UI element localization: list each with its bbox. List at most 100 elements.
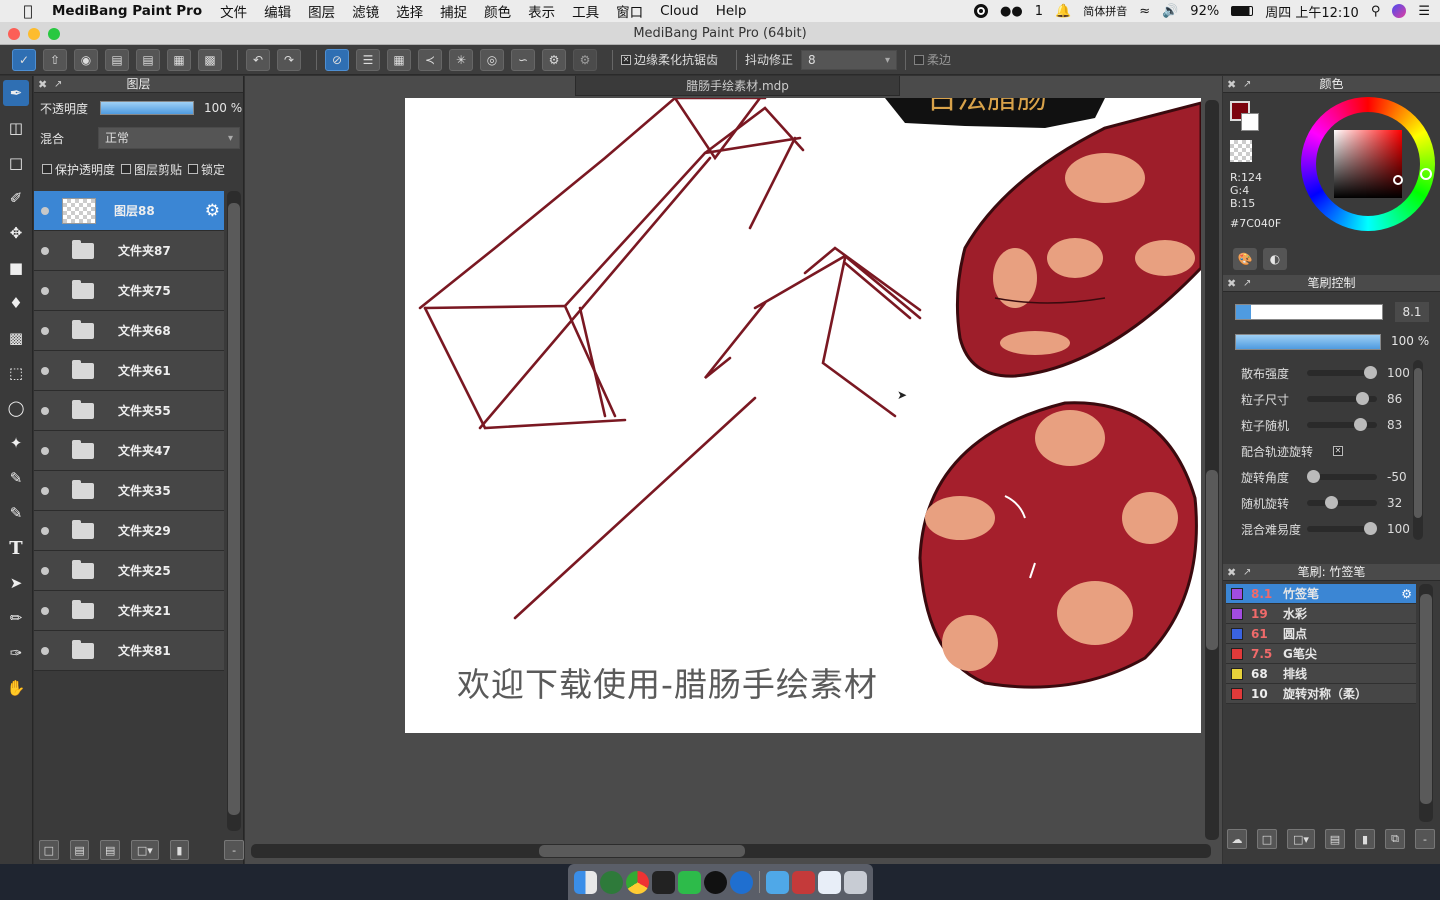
visibility-eye-icon[interactable] xyxy=(41,486,49,495)
brush-row[interactable]: 19 水彩 xyxy=(1226,604,1416,624)
folder-row[interactable]: 文件夹81 xyxy=(34,631,224,671)
delete-brush-button[interactable]: - xyxy=(1415,829,1435,849)
secondary-color-swatch[interactable] xyxy=(1241,113,1259,131)
duplicate-layer-button[interactable]: ▤ xyxy=(69,840,90,860)
new-folder-button[interactable]: ▮ xyxy=(169,840,190,860)
volume-icon[interactable]: 🔊 xyxy=(1162,4,1178,19)
tile-button[interactable]: ▩ xyxy=(198,48,222,71)
copy-layer-button[interactable]: ▤ xyxy=(100,840,121,860)
comment-button[interactable]: ◉ xyxy=(74,48,98,71)
canvas-vertical-scrollbar[interactable] xyxy=(1205,100,1219,840)
layer-settings-gear-icon[interactable]: ⚙ xyxy=(205,201,220,221)
soft-edge-checkbox[interactable]: 柔边 xyxy=(914,51,951,68)
visibility-eye-icon[interactable] xyxy=(41,206,49,215)
new-layer-button[interactable]: □ xyxy=(39,840,59,860)
slider-knob[interactable] xyxy=(1364,522,1377,535)
undo-button[interactable]: ↶ xyxy=(246,48,270,71)
finder-icon[interactable] xyxy=(574,870,597,894)
brush-parameter-row[interactable]: 旋转角度 -50 xyxy=(1223,464,1423,490)
parallel-snap-button[interactable]: ☰ xyxy=(356,48,380,71)
opacity-slider[interactable] xyxy=(100,101,194,115)
close-icon[interactable]: ✖ xyxy=(1227,275,1236,292)
popout-icon[interactable]: ↗ xyxy=(1243,76,1251,93)
spotlight-search-icon[interactable]: ⚲ xyxy=(1371,4,1381,19)
close-icon[interactable]: ✖ xyxy=(38,76,47,93)
radial-snap-button[interactable]: ✳ xyxy=(449,48,473,71)
slider-knob[interactable] xyxy=(1307,470,1320,483)
brush-settings-gear-icon[interactable]: ⚙ xyxy=(1401,587,1412,601)
brush-control-scrollbar[interactable] xyxy=(1413,360,1423,540)
page-manage-button[interactable]: ▦ xyxy=(167,48,191,71)
add-brush-menu-button[interactable]: □▾ xyxy=(1287,829,1315,849)
scrollbar-thumb[interactable] xyxy=(1414,368,1422,518)
popout-icon[interactable]: ↗ xyxy=(54,76,62,93)
folder-row[interactable]: 文件夹21 xyxy=(34,591,224,631)
menu-edit[interactable]: 编辑 xyxy=(264,1,291,21)
brush-parameter-row[interactable]: 随机旋转 32 xyxy=(1223,490,1423,516)
perspective-snap-button[interactable]: ≺ xyxy=(418,48,442,71)
canvas-horizontal-scrollbar[interactable] xyxy=(251,844,1211,858)
page-button[interactable]: ▤ xyxy=(136,48,160,71)
visibility-eye-icon[interactable] xyxy=(41,566,49,575)
sv-cursor[interactable] xyxy=(1393,175,1403,185)
menu-tools[interactable]: 工具 xyxy=(572,1,599,21)
stabilizer-dropdown[interactable]: 8 xyxy=(801,49,898,70)
menu-file[interactable]: 文件 xyxy=(220,1,247,21)
battery-icon[interactable] xyxy=(1231,6,1254,16)
operation-tool[interactable]: ➤ xyxy=(3,570,29,596)
clipping-checkbox[interactable]: 图层剪贴 xyxy=(121,161,182,178)
brush-opacity-slider[interactable] xyxy=(1235,334,1381,350)
folder-dock-icon[interactable] xyxy=(766,870,789,894)
move-tool[interactable]: ✥ xyxy=(3,220,29,246)
menu-cloud[interactable]: Cloud xyxy=(660,3,699,19)
brush-row[interactable]: 61 圆点 xyxy=(1226,624,1416,644)
scrollbar-thumb[interactable] xyxy=(1206,470,1218,650)
settings-snap-button[interactable]: ⚙ xyxy=(542,48,566,71)
add-layer-menu-button[interactable]: □▾ xyxy=(131,840,159,860)
bucket-tool[interactable]: ♦ xyxy=(3,290,29,316)
brush-parameter-slider[interactable] xyxy=(1307,366,1377,379)
dot-brush-tool[interactable]: ✐ xyxy=(3,185,29,211)
document-tab[interactable]: 腊肠手绘素材.mdp xyxy=(575,76,900,96)
brush-parameter-row[interactable]: 配合轨迹旋转 ✕ xyxy=(1223,438,1423,464)
brush-parameter-slider[interactable] xyxy=(1307,496,1377,509)
folder-row[interactable]: 文件夹61 xyxy=(34,351,224,391)
menu-select[interactable]: 选择 xyxy=(396,1,423,21)
visibility-eye-icon[interactable] xyxy=(41,646,49,655)
layer-row[interactable]: 图层88 ⚙ xyxy=(34,191,224,231)
circle-snap-button[interactable]: ◎ xyxy=(480,48,504,71)
minimize-window-button[interactable] xyxy=(28,28,40,40)
visibility-eye-icon[interactable] xyxy=(41,286,49,295)
snap-settings-button[interactable]: ⚙ xyxy=(573,48,597,71)
scrollbar-thumb[interactable] xyxy=(539,845,745,857)
brush-size-slider[interactable] xyxy=(1235,304,1383,320)
visibility-eye-icon[interactable] xyxy=(41,406,49,415)
folder-row[interactable]: 文件夹35 xyxy=(34,471,224,511)
select-pen-tool[interactable]: ✎ xyxy=(3,465,29,491)
fill-rect-tool[interactable]: ■ xyxy=(3,255,29,281)
document-dock-icon[interactable] xyxy=(818,870,841,894)
folder-row[interactable]: 文件夹25 xyxy=(34,551,224,591)
wechat-icon[interactable]: ●● xyxy=(1000,4,1023,19)
brush-parameter-row[interactable]: 粒子尺寸 86 xyxy=(1223,386,1423,412)
brush-parameter-row[interactable]: 混合难易度 100 xyxy=(1223,516,1423,542)
brush-settings-button[interactable]: ▤ xyxy=(1325,829,1345,849)
lock-checkbox[interactable]: 锁定 xyxy=(188,161,225,178)
delete-layer-button[interactable]: - xyxy=(224,840,244,860)
rectangle-tool[interactable]: □ xyxy=(3,150,29,176)
visibility-eye-icon[interactable] xyxy=(41,526,49,535)
close-icon[interactable]: ✖ xyxy=(1227,76,1236,93)
share-button[interactable]: ⇧ xyxy=(43,48,67,71)
hue-cursor[interactable] xyxy=(1420,168,1432,180)
browser-icon[interactable] xyxy=(730,870,753,894)
visibility-eye-icon[interactable] xyxy=(41,246,49,255)
qq-icon[interactable] xyxy=(704,870,727,894)
brush-tool[interactable]: ✒ xyxy=(3,80,29,106)
popout-icon[interactable]: ↗ xyxy=(1243,564,1251,581)
folder-row[interactable]: 文件夹47 xyxy=(34,431,224,471)
menu-color[interactable]: 颜色 xyxy=(484,1,511,21)
close-icon[interactable]: ✖ xyxy=(1227,564,1236,581)
menu-help[interactable]: Help xyxy=(716,3,747,19)
brush-parameter-slider[interactable] xyxy=(1307,392,1377,405)
brush-row[interactable]: 8.1 竹签笔 ⚙ xyxy=(1226,584,1416,604)
